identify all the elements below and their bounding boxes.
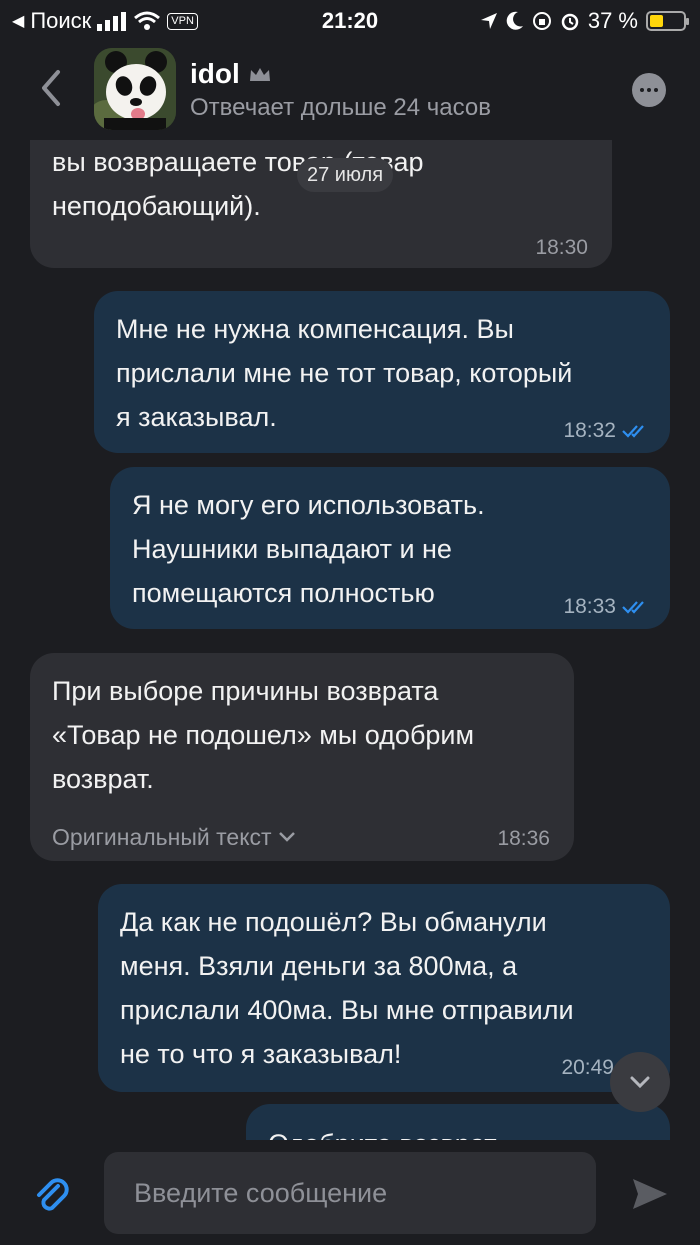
alarm-icon	[561, 13, 579, 31]
contact-name: idol	[190, 58, 240, 89]
message-composer	[0, 1140, 700, 1245]
panda-avatar-image	[94, 48, 176, 130]
date-pill: 27 июля	[297, 158, 394, 192]
message-time: 18:36	[497, 817, 550, 861]
message-list[interactable]: 27 июля предложить 30% компенсации, или …	[0, 140, 700, 1140]
message-timestamp: 20:49	[561, 1056, 614, 1079]
message-time: 18:30	[535, 226, 588, 270]
original-text-toggle[interactable]: Оригинальный текст	[52, 815, 296, 859]
attach-icon[interactable]	[34, 1176, 70, 1216]
message-time: 20:49	[561, 1046, 614, 1090]
message-timestamp: 18:36	[497, 827, 550, 850]
battery-percent: 37 %	[587, 8, 638, 33]
status-right: 37 %	[480, 8, 689, 34]
location-icon	[480, 13, 497, 29]
status-bar: ◀ Поиск VPN 21:20 37 %	[0, 0, 700, 40]
message-time: 18:32	[563, 409, 648, 453]
response-time-subtitle: Отвечает дольше 24 часов	[190, 94, 491, 121]
double-check-icon	[622, 601, 644, 614]
crown-icon	[249, 68, 270, 81]
chevron-down-icon	[278, 832, 295, 842]
message-timestamp: 18:33	[563, 595, 616, 618]
message-timestamp: 18:30	[535, 236, 588, 259]
more-menu-button[interactable]	[632, 73, 666, 107]
chat-header: idol Отвечает дольше 24 часов	[0, 40, 700, 140]
battery-icon	[646, 11, 689, 31]
message-text: При выборе причины возврата «Товар не по…	[52, 676, 475, 794]
double-check-icon	[622, 425, 644, 438]
message-bubble-outgoing[interactable]: Я не могу его использовать. Наушники вып…	[110, 467, 670, 629]
moon-icon	[506, 11, 523, 30]
chat-title[interactable]: idol	[190, 58, 272, 90]
message-bubble-outgoing[interactable]: Мне не нужна компенсация. Вы прислали мн…	[94, 291, 670, 453]
rotation-lock-icon	[532, 12, 551, 30]
scroll-to-bottom-button[interactable]	[610, 1052, 670, 1112]
message-bubble-incoming[interactable]: При выборе причины возврата «Товар не по…	[30, 653, 574, 861]
message-input[interactable]	[104, 1152, 596, 1234]
message-time: 18:33	[563, 585, 648, 629]
back-icon[interactable]	[34, 66, 68, 110]
send-icon[interactable]	[630, 1176, 670, 1212]
message-timestamp: 18:32	[563, 419, 616, 442]
message-bubble-outgoing[interactable]: Да как не подошёл? Вы обманули меня. Взя…	[98, 884, 670, 1092]
message-bubble-outgoing[interactable]: Одобрите возврат	[246, 1104, 670, 1140]
chevron-down-icon	[630, 1076, 650, 1089]
message-text: Одобрите возврат	[268, 1122, 658, 1140]
avatar[interactable]	[94, 48, 176, 130]
original-text-label: Оригинальный текст	[52, 824, 272, 850]
